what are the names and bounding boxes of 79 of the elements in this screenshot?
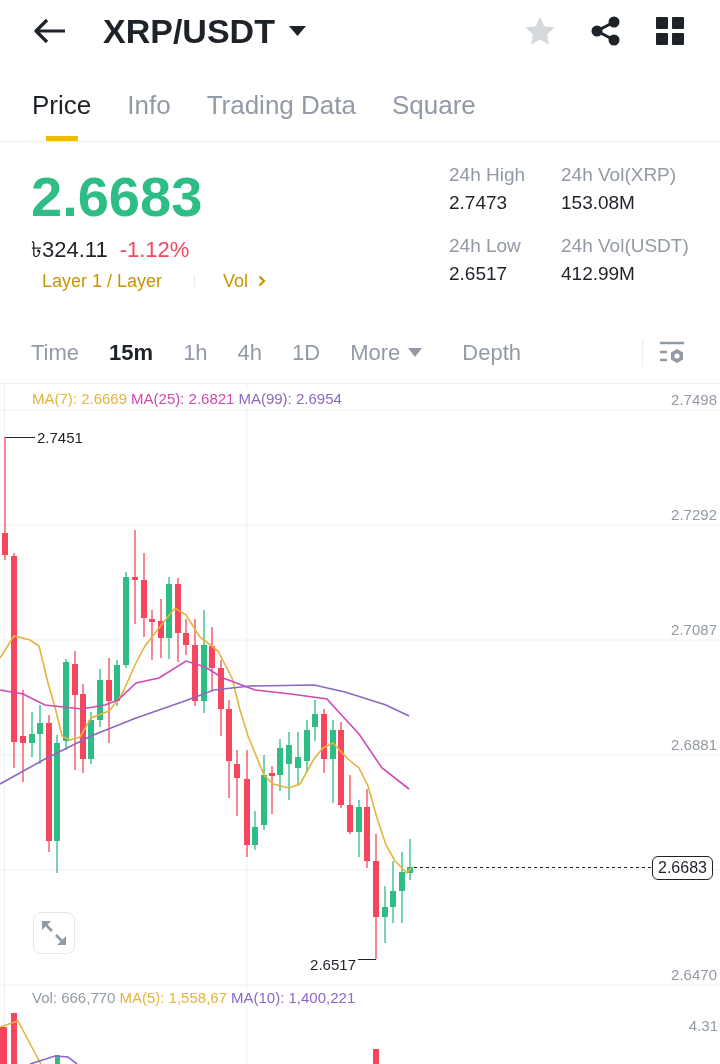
volume-bar xyxy=(0,1027,7,1064)
stat-value: 2.7473 xyxy=(449,192,509,214)
candle xyxy=(234,749,240,817)
candle xyxy=(304,719,310,774)
tab[interactable]: Square xyxy=(391,90,476,141)
candle xyxy=(158,598,164,659)
interval-tab[interactable]: Time xyxy=(31,339,80,366)
indicator-label: MA(7): 2.6669 xyxy=(32,390,128,408)
chart-settings-icon[interactable] xyxy=(659,340,685,365)
price-axis-label: 2.7292 xyxy=(671,506,717,523)
candle xyxy=(347,774,353,835)
tag-link[interactable]: Vol xyxy=(223,270,267,292)
stat-label: 24h Vol(XRP) xyxy=(561,164,678,186)
price-axis-label: 2.6470 xyxy=(671,966,717,983)
interval-tab[interactable]: 15m xyxy=(109,339,154,366)
local-price: ৳324.11 xyxy=(31,237,108,263)
candle xyxy=(382,885,388,944)
price-axis-label: 2.6881 xyxy=(671,736,717,753)
volume-indicator-label: MA(10): 1,400,221 xyxy=(231,989,356,1007)
tab[interactable]: Info xyxy=(127,90,171,141)
volume-indicator-label: MA(5): 1,558,67 xyxy=(119,989,227,1007)
high-price-label: 2.7451 xyxy=(37,429,83,446)
volume-axis-label: 4.31 xyxy=(688,1017,718,1034)
leader-line xyxy=(357,959,377,960)
candle xyxy=(88,711,94,765)
candle xyxy=(149,609,155,661)
low-price-label: 2.6517 xyxy=(310,956,356,973)
tag-link[interactable]: Layer 1 / Layer xyxy=(42,270,163,292)
interval-tab[interactable]: Depth xyxy=(462,339,522,366)
chevron-right-icon xyxy=(258,275,267,287)
interval-tab[interactable]: 1h xyxy=(183,339,208,366)
leader-line xyxy=(5,437,36,438)
price-change: -1.12% xyxy=(119,237,190,263)
last-price: 2.6683 xyxy=(31,166,203,228)
grid-icon[interactable] xyxy=(656,17,684,45)
stat-value: 2.6517 xyxy=(449,263,509,285)
indicator-label: MA(25): 2.6821 xyxy=(131,390,235,408)
back-arrow-icon[interactable] xyxy=(34,18,66,44)
stat-value: 412.99M xyxy=(561,263,636,285)
candle xyxy=(37,704,43,765)
candle xyxy=(269,765,275,815)
volume-bar xyxy=(11,1013,17,1064)
candle xyxy=(183,618,189,656)
caret-down-icon xyxy=(408,348,423,357)
stat-label: 24h High xyxy=(449,164,527,186)
price-axis-label: 2.7087 xyxy=(671,621,717,638)
share-icon[interactable] xyxy=(591,16,620,46)
candle xyxy=(321,708,327,774)
tab[interactable]: Price xyxy=(32,90,92,141)
candle xyxy=(277,738,283,792)
pair-selector[interactable]: XRP/USDT xyxy=(103,11,306,51)
candle xyxy=(390,860,396,924)
indicator-label: MA(99): 2.6954 xyxy=(238,390,342,408)
candle xyxy=(295,731,301,787)
candle xyxy=(97,668,103,728)
interval-tab[interactable]: 1D xyxy=(292,339,321,366)
price-axis-label: 2.7498 xyxy=(671,391,717,408)
star-icon[interactable] xyxy=(525,16,555,46)
stat-label: 24h Low xyxy=(449,235,522,257)
candle xyxy=(356,799,362,858)
candle xyxy=(29,711,35,758)
expand-icon xyxy=(41,920,67,946)
price-tag: 2.6683 xyxy=(652,856,713,880)
volume-bar xyxy=(55,1055,60,1064)
candle xyxy=(407,838,413,881)
candle xyxy=(286,731,292,801)
tab[interactable]: Trading Data xyxy=(206,90,356,141)
candle xyxy=(114,659,120,707)
interval-tab[interactable]: 4h xyxy=(237,339,263,366)
candle xyxy=(252,810,258,851)
interval-tab[interactable]: More xyxy=(350,339,423,366)
stat-label: 24h Vol(USDT) xyxy=(561,235,689,257)
fullscreen-button[interactable] xyxy=(33,912,75,954)
volume-bar xyxy=(373,1049,379,1064)
stat-value: 153.08M xyxy=(561,192,636,214)
caret-down-icon xyxy=(288,26,306,36)
candle xyxy=(312,699,318,742)
volume-indicator-label: Vol: 666,770 xyxy=(32,989,116,1007)
candle xyxy=(209,626,215,691)
